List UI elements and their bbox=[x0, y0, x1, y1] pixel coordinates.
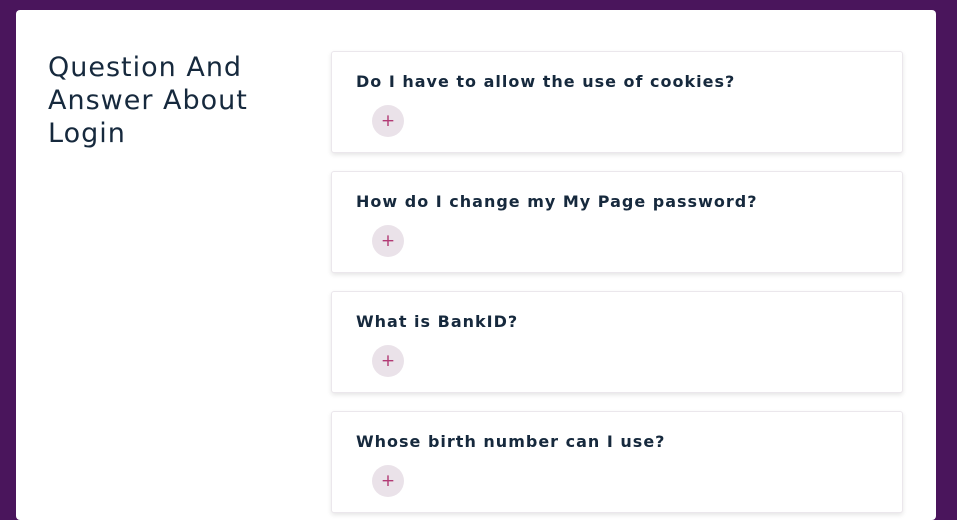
faq-item: How do I change my My Page password? + bbox=[331, 171, 903, 273]
content-panel: Question And Answer About Login Do I hav… bbox=[16, 10, 936, 520]
faq-item: Whose birth number can I use? + bbox=[331, 411, 903, 513]
plus-icon: + bbox=[380, 110, 396, 131]
faq-question: Do I have to allow the use of cookies? bbox=[356, 72, 736, 91]
expand-button[interactable]: + bbox=[372, 105, 404, 137]
page-title: Question And Answer About Login bbox=[48, 52, 248, 149]
faq-item: What is BankID? + bbox=[331, 291, 903, 393]
plus-icon: + bbox=[380, 470, 396, 491]
faq-question: What is BankID? bbox=[356, 312, 519, 331]
plus-icon: + bbox=[380, 230, 396, 251]
faq-item: Do I have to allow the use of cookies? + bbox=[331, 51, 903, 153]
faq-question: How do I change my My Page password? bbox=[356, 192, 758, 211]
plus-icon: + bbox=[380, 350, 396, 371]
expand-button[interactable]: + bbox=[372, 345, 404, 377]
faq-question: Whose birth number can I use? bbox=[356, 432, 666, 451]
expand-button[interactable]: + bbox=[372, 465, 404, 497]
expand-button[interactable]: + bbox=[372, 225, 404, 257]
